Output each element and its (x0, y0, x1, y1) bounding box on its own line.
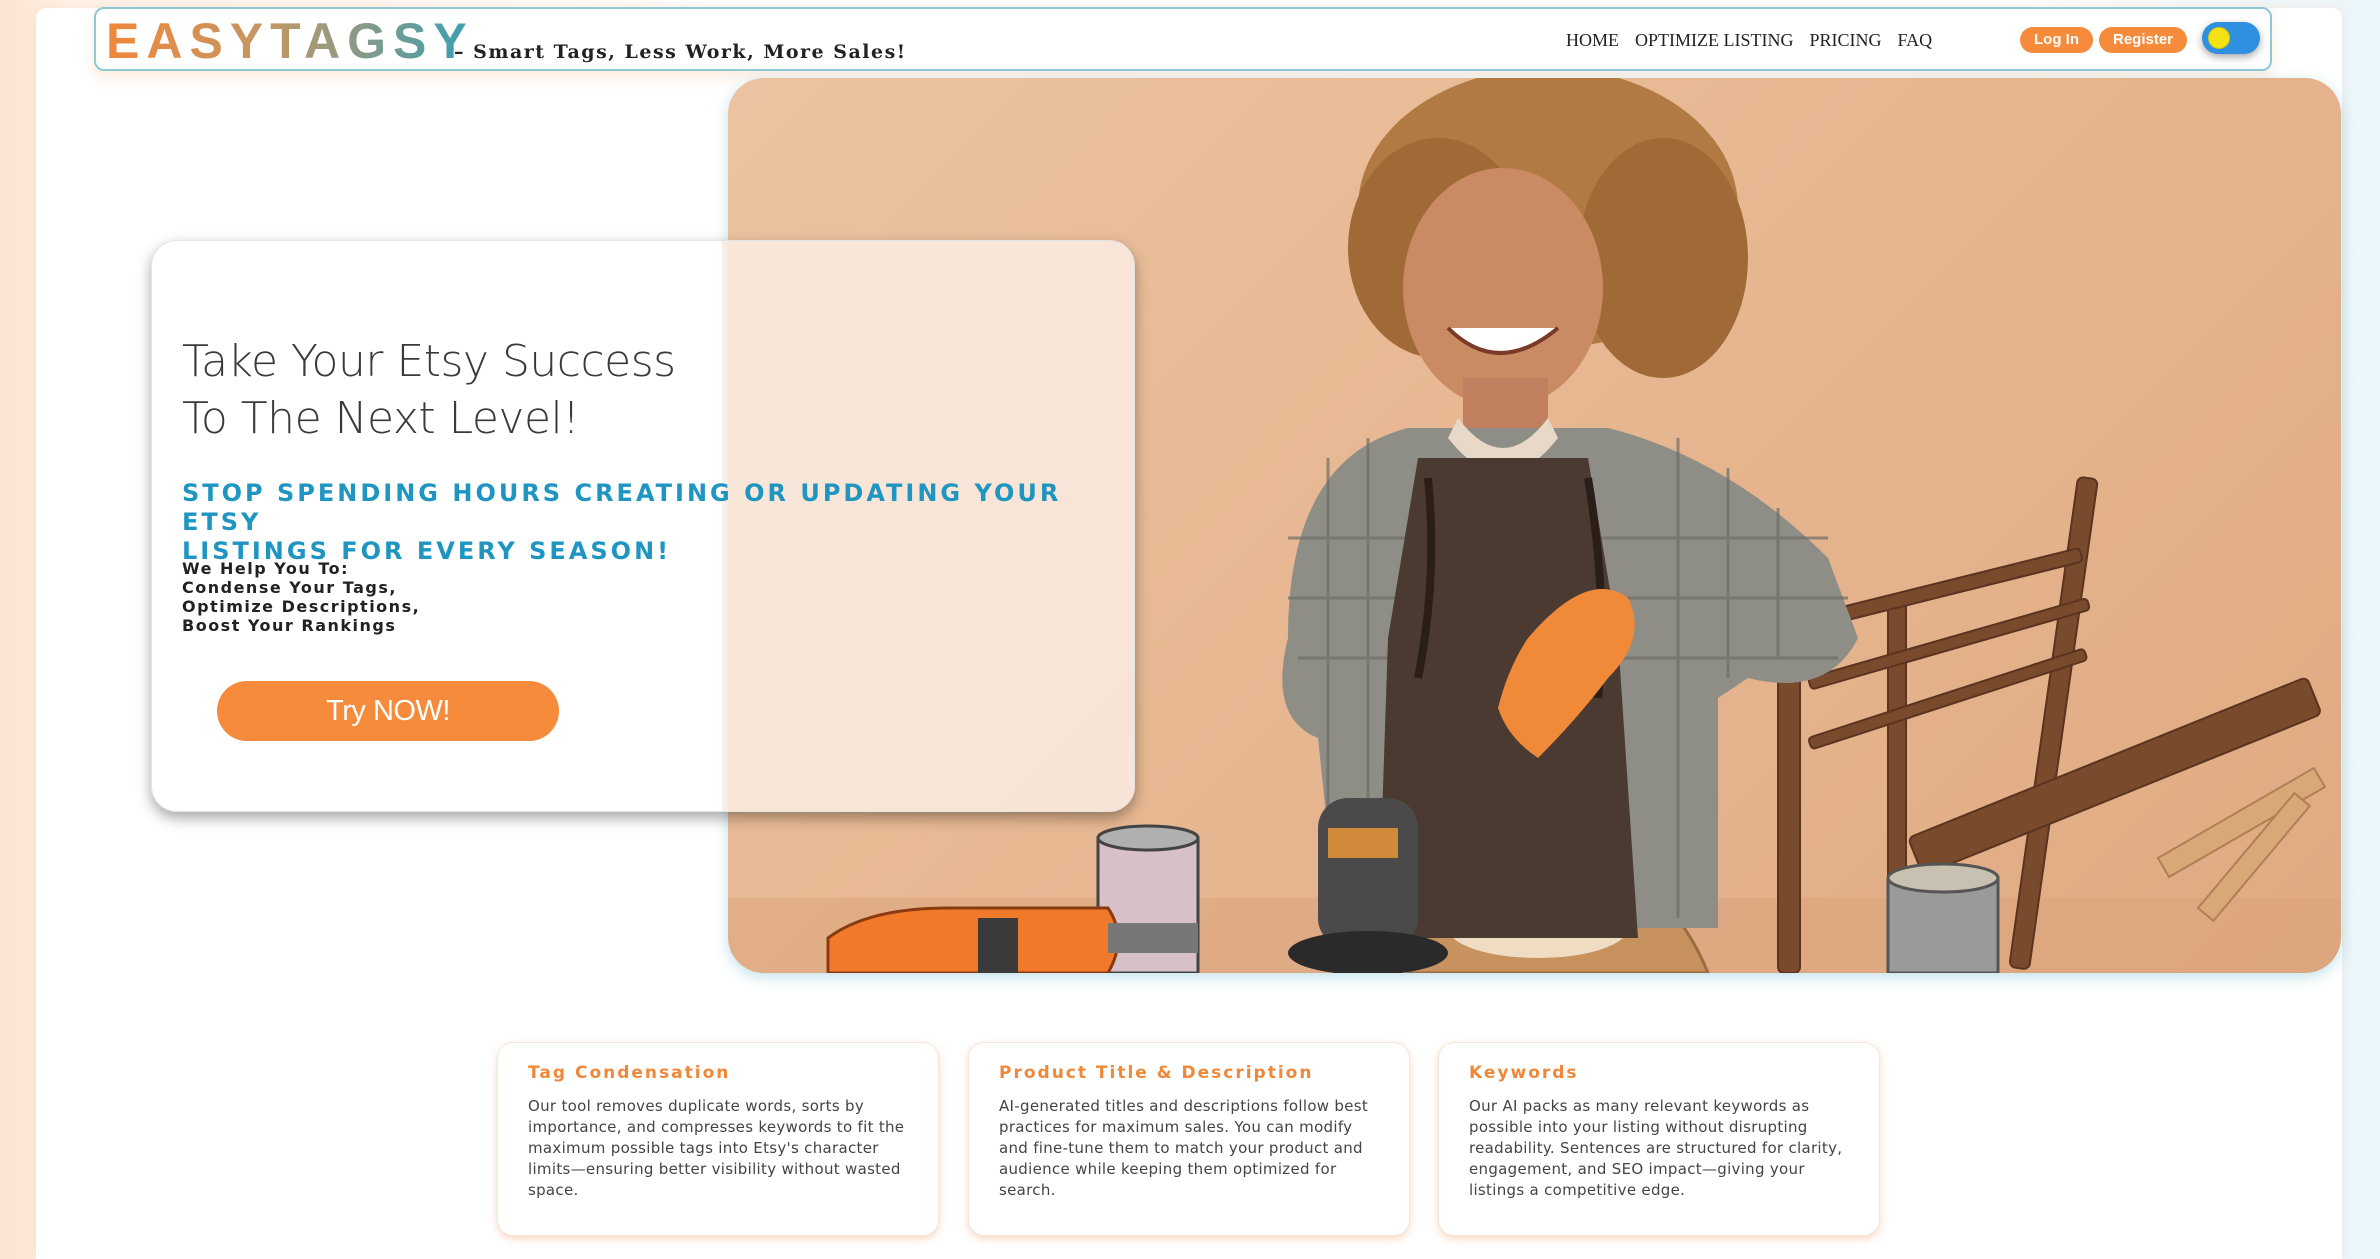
nav-optimize-listing[interactable]: OPTIMIZE LISTING (1635, 30, 1793, 51)
feature-card-title-description: Product Title & Description AI-generated… (968, 1042, 1410, 1236)
nav-home[interactable]: HOME (1566, 30, 1619, 51)
logo[interactable]: EASYTAGSY (106, 11, 474, 71)
hero-subheading: STOP SPENDING HOURS CREATING OR UPDATING… (182, 479, 1122, 566)
nav-faq[interactable]: FAQ (1898, 30, 1933, 51)
toggle-knob (2208, 27, 2230, 49)
help-line: Condense Your Tags, (182, 578, 397, 597)
theme-toggle[interactable] (2202, 22, 2260, 54)
feature-text: AI-generated titles and descriptions fol… (999, 1097, 1369, 1199)
feature-text: Our AI packs as many relevant keywords a… (1469, 1097, 1843, 1199)
auth-buttons: Log In Register (2020, 27, 2188, 53)
help-line: Optimize Descriptions, (182, 597, 421, 616)
help-list: We Help You To: Condense Your Tags, Opti… (182, 559, 420, 635)
feature-title: Product Title & Description (999, 1063, 1314, 1083)
help-line: We Help You To: (182, 559, 349, 578)
site-header: EASYTAGSY – Smart Tags, Less Work, More … (94, 7, 2272, 71)
hero-heading-line-2: To The Next Level! (182, 393, 580, 444)
hero-heading-line-1: Take Your Etsy Success (182, 336, 676, 387)
login-button[interactable]: Log In (2020, 27, 2093, 53)
feature-card-keywords: Keywords Our AI packs as many relevant k… (1438, 1042, 1880, 1236)
feature-card-tag-condensation: Tag Condensation Our tool removes duplic… (497, 1042, 939, 1236)
feature-title: Keywords (1469, 1063, 1579, 1083)
main-nav: HOME OPTIMIZE LISTING PRICING FAQ (1566, 30, 1932, 51)
nav-pricing[interactable]: PRICING (1809, 30, 1881, 51)
register-button[interactable]: Register (2099, 27, 2188, 53)
try-now-button[interactable]: Try NOW! (217, 681, 559, 741)
hero-card: Take Your Etsy Success To The Next Level… (151, 240, 1135, 812)
help-line: Boost Your Rankings (182, 616, 397, 635)
feature-title: Tag Condensation (528, 1063, 731, 1083)
tagline: – Smart Tags, Less Work, More Sales! (454, 41, 907, 63)
feature-text: Our tool removes duplicate words, sorts … (528, 1097, 905, 1199)
hero-subheading-line-1: STOP SPENDING HOURS CREATING OR UPDATING… (182, 479, 1062, 536)
hero-heading: Take Your Etsy Success To The Next Level… (182, 333, 882, 447)
